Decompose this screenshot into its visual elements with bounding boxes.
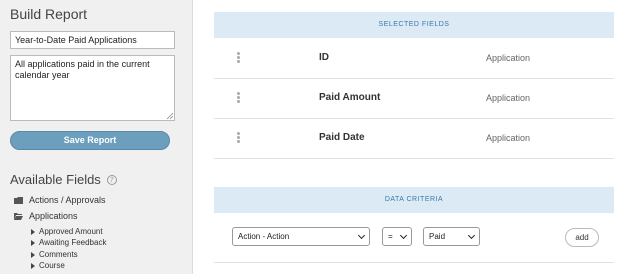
tree-field-label: Approved Amount xyxy=(39,227,103,236)
tree-field-comments[interactable]: Comments xyxy=(31,250,78,259)
field-type: Application xyxy=(486,53,531,63)
help-icon[interactable]: ? xyxy=(106,174,117,185)
folder-open-icon xyxy=(14,212,23,220)
available-fields-header: Available Fields ? xyxy=(10,172,117,187)
report-description-textarea[interactable]: All applications paid in the current cal… xyxy=(10,55,175,121)
criteria-value-select[interactable]: Paid xyxy=(423,227,480,246)
field-name: Paid Amount xyxy=(319,92,381,103)
drag-handle-icon[interactable] xyxy=(237,92,241,104)
report-name-input[interactable] xyxy=(10,31,175,49)
field-name: Paid Date xyxy=(319,132,365,143)
save-report-button[interactable]: Save Report xyxy=(10,131,170,150)
chevron-down-icon xyxy=(467,231,476,239)
tree-field-label: Comments xyxy=(39,250,78,259)
tree-field-label: Awaiting Feedback xyxy=(39,238,107,247)
caret-right-icon xyxy=(31,251,35,258)
selected-fields-header: SELECTED FIELDS xyxy=(214,12,614,38)
chevron-down-icon xyxy=(357,231,366,239)
panel-title: Build Report xyxy=(10,6,88,22)
selected-field-row[interactable]: Paid Date Application xyxy=(214,119,614,159)
chevron-down-icon xyxy=(399,231,408,239)
criteria-field-select[interactable]: Action - Action xyxy=(232,227,370,246)
caret-right-icon xyxy=(31,262,35,269)
field-name: ID xyxy=(319,52,329,63)
criteria-operator-select[interactable]: = xyxy=(382,227,412,246)
tree-folder-actions-approvals[interactable]: Actions / Approvals xyxy=(14,195,106,205)
field-type: Application xyxy=(486,93,531,103)
tree-field-label: Course xyxy=(39,261,65,270)
criteria-operator-value: = xyxy=(388,232,393,241)
folder-closed-icon xyxy=(14,196,23,204)
tree-field-approved-amount[interactable]: Approved Amount xyxy=(31,227,103,236)
drag-handle-icon[interactable] xyxy=(237,132,241,144)
caret-right-icon xyxy=(31,239,35,246)
divider xyxy=(214,262,614,263)
selected-field-row[interactable]: Paid Amount Application xyxy=(214,79,614,119)
add-criteria-button[interactable]: add xyxy=(565,228,599,247)
tree-folder-label: Actions / Approvals xyxy=(29,195,106,205)
tree-field-course[interactable]: Course xyxy=(31,261,65,270)
drag-handle-icon[interactable] xyxy=(237,52,241,64)
field-type: Application xyxy=(486,133,531,143)
data-criteria-header: DATA CRITERIA xyxy=(214,187,614,213)
selected-field-row[interactable]: ID Application xyxy=(214,39,614,79)
available-fields-title: Available Fields xyxy=(10,172,101,187)
tree-folder-label: Applications xyxy=(29,211,78,221)
caret-right-icon xyxy=(31,228,35,235)
criteria-value-value: Paid xyxy=(429,232,446,241)
criteria-field-value: Action - Action xyxy=(238,232,290,241)
resize-grip-icon[interactable] xyxy=(165,111,174,120)
tree-field-awaiting-feedback[interactable]: Awaiting Feedback xyxy=(31,238,106,247)
tree-folder-applications[interactable]: Applications xyxy=(14,211,78,221)
build-report-panel: Build Report All applications paid in th… xyxy=(0,0,193,274)
